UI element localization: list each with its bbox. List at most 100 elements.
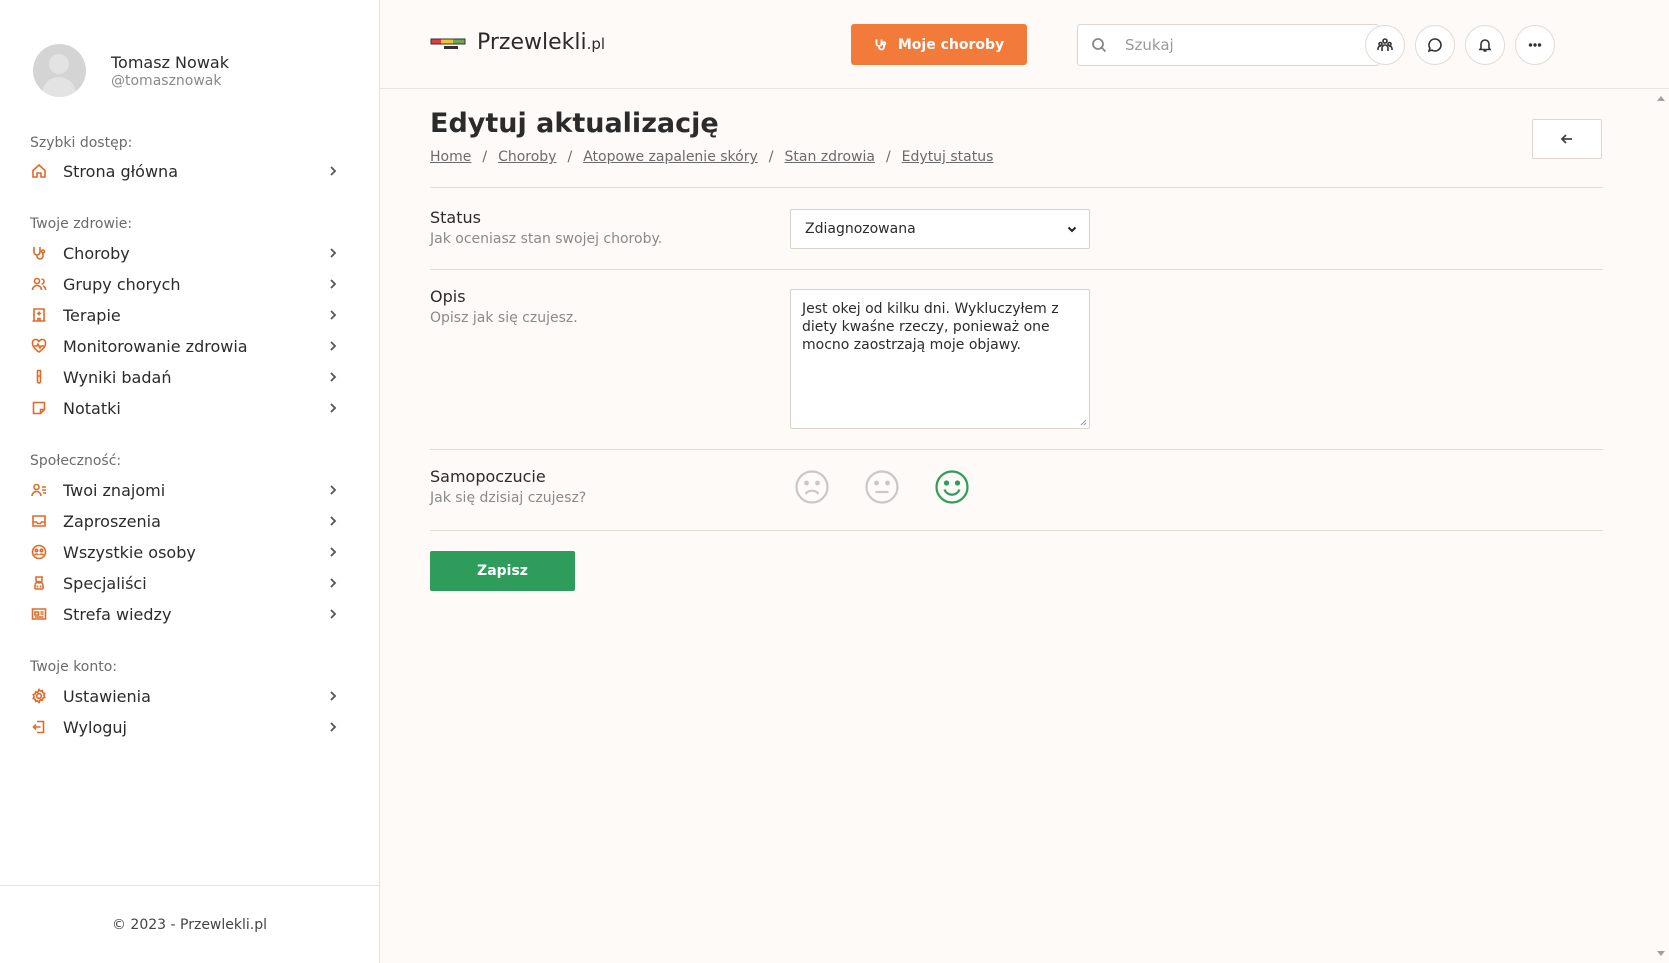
friends-button[interactable] [1365, 25, 1405, 65]
my-diseases-button[interactable]: Moje choroby [851, 24, 1027, 65]
back-button[interactable] [1532, 119, 1602, 159]
search-input[interactable] [1125, 36, 1355, 54]
mood-happy-option[interactable] [934, 469, 970, 505]
gear-icon [30, 687, 48, 705]
notifications-button[interactable] [1465, 25, 1505, 65]
happy-face-icon [935, 470, 969, 504]
sidebar-item-specialists[interactable]: Specjaliści [30, 570, 340, 596]
sidebar-item-health-monitoring[interactable]: Monitorowanie zdrowia [30, 333, 340, 359]
sidebar-item-patient-groups[interactable]: Grupy chorych [30, 271, 340, 297]
mood-sad-option[interactable] [794, 469, 830, 505]
more-icon [1528, 43, 1542, 47]
chevron-right-icon [326, 545, 340, 559]
globe-people-icon [30, 543, 48, 561]
sidebar-item-label: Strona główna [63, 161, 178, 181]
breadcrumb-diseases[interactable]: Choroby [498, 149, 556, 165]
scrollbar[interactable] [1653, 89, 1669, 963]
breadcrumb-health-status[interactable]: Stan zdrowia [785, 149, 875, 165]
scroll-up-icon[interactable] [1657, 96, 1665, 101]
test-tube-icon [30, 368, 48, 386]
breadcrumb-disease[interactable]: Atopowe zapalenie skóry [583, 149, 758, 165]
sidebar-item-settings[interactable]: Ustawienia [30, 683, 340, 709]
sidebar-item-invitations[interactable]: Zaproszenia [30, 508, 340, 534]
chevron-right-icon [326, 277, 340, 291]
chevron-right-icon [326, 164, 340, 178]
chevron-down-icon [1067, 226, 1077, 233]
chevron-right-icon [326, 689, 340, 703]
stethoscope-icon [30, 244, 48, 262]
top-header: Przewlekli.pl Moje choroby [380, 0, 1669, 89]
note-icon [30, 399, 48, 417]
resize-grip-icon[interactable] [1079, 418, 1087, 426]
description-text: Jest okej od kilku dni. Wykluczyłem z di… [802, 301, 1059, 353]
scroll-down-icon[interactable] [1657, 951, 1665, 956]
sidebar-item-friends[interactable]: Twoi znajomi [30, 477, 340, 503]
mood-hint: Jak się dzisiaj czujesz? [430, 490, 587, 506]
user-handle: @tomasznowak [111, 72, 222, 89]
breadcrumb-separator: / [885, 149, 891, 165]
breadcrumb-separator: / [567, 149, 573, 165]
friends-icon [1377, 38, 1393, 51]
stethoscope-icon [875, 39, 887, 50]
user-list-icon [30, 481, 48, 499]
mood-neutral-option[interactable] [864, 469, 900, 505]
doctor-icon [30, 574, 48, 592]
sidebar-item-label: Monitorowanie zdrowia [63, 336, 248, 356]
sidebar-item-label: Specjaliści [63, 573, 147, 593]
status-select[interactable]: Zdiagnozowana [790, 209, 1090, 249]
chat-icon [1427, 38, 1442, 53]
sidebar-item-logout[interactable]: Wyloguj [30, 714, 340, 740]
breadcrumb-home[interactable]: Home [430, 149, 471, 165]
chevron-right-icon [326, 576, 340, 590]
user-name: Tomasz Nowak [111, 52, 229, 72]
logo-suffix: .pl [586, 35, 606, 53]
status-label: Status [430, 208, 481, 227]
sidebar-item-all-people[interactable]: Wszystkie osoby [30, 539, 340, 565]
section-title-community: Społeczność: [30, 453, 122, 469]
sidebar-item-label: Grupy chorych [63, 274, 181, 294]
breadcrumb-edit-status[interactable]: Edytuj status [902, 149, 994, 165]
search-box[interactable] [1077, 24, 1379, 66]
logo-icon [430, 33, 466, 53]
sidebar-item-label: Terapie [63, 305, 121, 325]
description-hint: Opisz jak się czujesz. [430, 310, 578, 326]
status-hint: Jak oceniasz stan swojej choroby. [430, 231, 663, 247]
arrow-left-icon [1560, 134, 1572, 144]
chevron-right-icon [326, 483, 340, 497]
description-textarea[interactable]: Jest okej od kilku dni. Wykluczyłem z di… [790, 289, 1090, 429]
sad-face-icon [795, 470, 829, 504]
sidebar-item-label: Wyloguj [63, 717, 127, 737]
page-title: Edytuj aktualizację [430, 108, 719, 139]
sidebar-item-label: Wszystkie osoby [63, 542, 196, 562]
more-button[interactable] [1515, 25, 1555, 65]
sidebar-item-notes[interactable]: Notatki [30, 395, 340, 421]
sidebar-item-label: Choroby [63, 243, 130, 263]
sidebar-item-label: Zaproszenia [63, 511, 161, 531]
user-profile[interactable]: Tomasz Nowak @tomasznowak [33, 44, 229, 97]
newspaper-icon [30, 605, 48, 623]
sidebar-item-home[interactable]: Strona główna [30, 158, 340, 184]
sidebar-item-label: Wyniki badań [63, 367, 172, 387]
heart-pulse-icon [30, 337, 48, 355]
breadcrumb: Home / Choroby / Atopowe zapalenie skóry… [430, 149, 993, 165]
sidebar-item-therapies[interactable]: Terapie [30, 302, 340, 328]
breadcrumb-separator: / [768, 149, 774, 165]
users-icon [30, 275, 48, 293]
sidebar-item-label: Twoi znajomi [63, 480, 166, 500]
sidebar-item-diseases[interactable]: Choroby [30, 240, 340, 266]
divider [430, 449, 1603, 450]
my-diseases-label: Moje choroby [897, 36, 1005, 53]
sidebar-item-label: Notatki [63, 398, 121, 418]
sidebar-item-test-results[interactable]: Wyniki badań [30, 364, 340, 390]
logo[interactable]: Przewlekli.pl [430, 30, 605, 55]
save-button[interactable]: Zapisz [430, 551, 575, 591]
divider [430, 187, 1603, 188]
sidebar-item-knowledge-zone[interactable]: Strefa wiedzy [30, 601, 340, 627]
logo-text: Przewlekli [477, 30, 587, 55]
bell-icon [1478, 39, 1492, 52]
sidebar-footer: © 2023 - Przewlekli.pl [0, 885, 379, 963]
logout-icon [30, 718, 48, 736]
chevron-right-icon [326, 401, 340, 415]
messages-button[interactable] [1415, 25, 1455, 65]
sidebar: Tomasz Nowak @tomasznowak Szybki dostęp:… [0, 0, 380, 963]
